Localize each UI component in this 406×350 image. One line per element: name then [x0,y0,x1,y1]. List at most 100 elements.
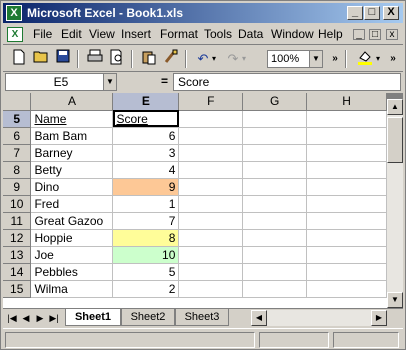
column-header-h[interactable]: H [306,93,387,111]
scroll-up-arrow-icon[interactable]: ▲ [387,99,403,115]
menu-help[interactable]: Help [318,27,343,41]
menu-insert[interactable]: Insert [121,27,151,41]
score-header-cell[interactable]: Score [112,110,180,128]
chevron-down-icon[interactable]: ▼ [103,74,116,90]
score-cell[interactable]: 3 [112,144,180,162]
score-cell[interactable]: 9 [112,178,180,196]
empty-cell-g[interactable] [242,212,308,230]
name-cell[interactable]: Dino [30,178,114,196]
empty-cell-f[interactable] [178,144,244,162]
score-cell[interactable]: 2 [112,280,180,298]
tab-sheet3[interactable]: Sheet3 [175,309,229,326]
excel-app-icon[interactable]: X [6,5,22,21]
row-header[interactable]: 6 [3,127,32,145]
name-header-cell[interactable]: Name [30,110,114,128]
empty-cell-h[interactable] [306,161,387,179]
menu-format[interactable]: Format [160,27,198,41]
row-header[interactable]: 13 [3,246,32,264]
first-sheet-icon[interactable]: |◀ [5,311,19,325]
score-cell[interactable]: 10 [112,246,180,264]
menu-file[interactable]: File [33,27,52,41]
empty-cell-g[interactable] [242,280,308,298]
empty-cell-g[interactable] [242,127,308,145]
name-cell[interactable]: Joe [30,246,114,264]
chevron-down-icon[interactable]: ▼ [309,51,322,67]
row-header[interactable]: 5 [3,110,32,128]
format-painter-icon[interactable] [161,49,181,69]
empty-cell-h[interactable] [306,212,387,230]
tab-sheet2[interactable]: Sheet2 [121,309,175,326]
empty-cell-f[interactable] [178,127,244,145]
empty-cell-h[interactable] [306,178,387,196]
column-header-f[interactable]: F [178,93,244,111]
empty-cell-g[interactable] [242,229,308,247]
row-header[interactable]: 11 [3,212,32,230]
score-cell[interactable]: 4 [112,161,180,179]
print-preview-icon[interactable] [107,49,127,69]
empty-cell-h[interactable] [306,246,387,264]
empty-cell-g[interactable] [242,144,308,162]
undo-dropdown-icon[interactable]: ▾ [209,49,219,69]
fill-color-dropdown-icon[interactable]: ▾ [373,49,383,69]
empty-cell-f[interactable] [178,246,244,264]
empty-cell-f[interactable] [178,195,244,213]
empty-cell-f[interactable] [178,263,244,281]
horizontal-scrollbar[interactable]: ◀ ▶ [251,310,387,326]
empty-cell-g[interactable] [242,246,308,264]
score-cell[interactable]: 5 [112,263,180,281]
select-all-corner[interactable] [3,93,32,111]
name-cell[interactable]: Pebbles [30,263,114,281]
empty-cell-f[interactable] [178,212,244,230]
scroll-right-arrow-icon[interactable]: ▶ [371,310,387,326]
name-cell[interactable]: Betty [30,161,114,179]
fill-color-icon[interactable] [355,49,375,69]
menu-view[interactable]: View [89,27,115,41]
tab-sheet1[interactable]: Sheet1 [65,309,121,326]
open-folder-icon[interactable] [31,49,51,69]
empty-cell-g[interactable] [242,110,308,128]
formula-input[interactable]: Score [173,73,401,91]
scroll-down-arrow-icon[interactable]: ▼ [387,292,403,308]
print-icon[interactable] [85,49,105,69]
zoom-select[interactable]: 100% ▼ [267,50,323,68]
next-sheet-icon[interactable]: ▶ [33,311,47,325]
doc-close-button[interactable]: x [386,29,398,40]
toolbar-options-icon[interactable]: » [329,49,341,69]
menu-tools[interactable]: Tools [204,27,232,41]
menu-data[interactable]: Data [238,27,263,41]
empty-cell-f[interactable] [178,161,244,179]
name-cell[interactable]: Great Gazoo [30,212,114,230]
column-header-a[interactable]: A [30,93,114,111]
empty-cell-h[interactable] [306,280,387,298]
menu-edit[interactable]: Edit [61,27,82,41]
restore-button[interactable]: □ [364,6,380,20]
worksheet-grid[interactable]: A E F G H 5 Name Score 6 Bam Bam 6 7 Barney 3 8 Be… [3,93,387,308]
score-cell[interactable]: 8 [112,229,180,247]
empty-cell-h[interactable] [306,195,387,213]
save-disk-icon[interactable] [53,49,73,69]
score-cell[interactable]: 7 [112,212,180,230]
empty-cell-h[interactable] [306,263,387,281]
row-header[interactable]: 7 [3,144,32,162]
title-bar[interactable]: X Microsoft Excel - Book1.xls _ □ X [3,3,403,23]
name-box[interactable]: E5 ▼ [5,73,117,91]
redo-dropdown-icon[interactable]: ▾ [239,49,249,69]
row-header[interactable]: 8 [3,161,32,179]
column-header-e[interactable]: E [112,93,180,111]
last-sheet-icon[interactable]: ▶| [47,311,61,325]
doc-minimize-button[interactable]: _ [353,29,365,40]
row-header[interactable]: 9 [3,178,32,196]
row-header[interactable]: 14 [3,263,32,281]
minimize-button[interactable]: _ [347,6,363,20]
name-cell[interactable]: Bam Bam [30,127,114,145]
empty-cell-h[interactable] [306,144,387,162]
toolbar-more-icon[interactable]: » [387,49,399,69]
row-header[interactable]: 15 [3,280,32,298]
menu-window[interactable]: Window [271,27,314,41]
empty-cell-h[interactable] [306,229,387,247]
name-cell[interactable]: Fred [30,195,114,213]
column-header-g[interactable]: G [242,93,308,111]
workbook-icon[interactable]: X [7,27,23,42]
empty-cell-f[interactable] [178,280,244,298]
empty-cell-g[interactable] [242,161,308,179]
